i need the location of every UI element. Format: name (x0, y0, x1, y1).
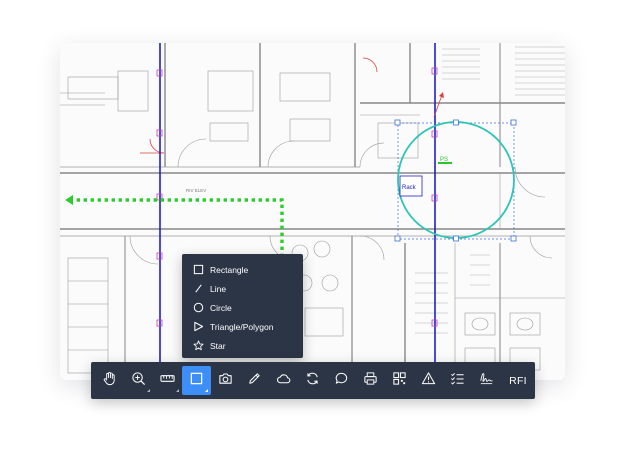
square-icon (189, 371, 204, 391)
menu-item-label: Circle (210, 302, 232, 313)
rfi-tool-button[interactable]: RFI (501, 366, 535, 395)
menu-item-label: Triangle/Polygon (210, 321, 274, 332)
menu-item-triangle-polygon[interactable]: Triangle/Polygon (182, 317, 303, 336)
menu-item-line[interactable]: Line (182, 279, 303, 298)
cloud-tool-button[interactable] (269, 366, 298, 395)
shape-dropdown-menu: Rectangle Line Circle Triangle/Polygon S… (182, 254, 303, 358)
rack-label: Rack (402, 185, 417, 191)
drawing-canvas[interactable]: RIV ELEV PS Rack (60, 43, 565, 380)
submenu-indicator (176, 389, 179, 392)
square-icon (193, 264, 204, 275)
comment-icon (334, 371, 349, 391)
floor-plan[interactable]: RIV ELEV PS Rack (60, 43, 565, 380)
menu-item-star[interactable]: Star (182, 336, 303, 355)
menu-item-label: Star (210, 340, 226, 351)
camera-tool-button[interactable] (211, 366, 240, 395)
circle-icon (193, 302, 204, 313)
menu-item-rectangle[interactable]: Rectangle (182, 260, 303, 279)
app-stage: RIV ELEV PS Rack Rectangle Line Circle T… (0, 0, 625, 460)
shape-tool-button[interactable] (182, 366, 211, 395)
triangle-icon (193, 321, 204, 332)
star-icon (193, 340, 204, 351)
menu-item-circle[interactable]: Circle (182, 298, 303, 317)
signature-tool-button[interactable] (472, 366, 501, 395)
hand-icon (102, 371, 117, 391)
qr-icon (392, 371, 407, 391)
rfi-label: RFI (509, 374, 527, 387)
measure-tool-button[interactable] (153, 366, 182, 395)
pencil-icon (247, 371, 262, 391)
line-icon (193, 283, 204, 294)
menu-item-label: Line (210, 283, 227, 294)
zoom-icon (131, 371, 146, 391)
signature-icon (479, 371, 494, 391)
markup-toolbar: RFI (91, 362, 535, 399)
printer-icon (363, 371, 378, 391)
checklist-tool-button[interactable] (443, 366, 472, 395)
submenu-indicator (205, 389, 208, 392)
sync-tool-button[interactable] (298, 366, 327, 395)
pan-tool-button[interactable] (95, 366, 124, 395)
room-label: RIV ELEV (186, 188, 206, 193)
warning-tool-button[interactable] (414, 366, 443, 395)
pencil-tool-button[interactable] (240, 366, 269, 395)
submenu-indicator (147, 389, 150, 392)
cloud-icon (276, 371, 291, 391)
zoom-tool-button[interactable] (124, 366, 153, 395)
refresh-icon (305, 371, 320, 391)
checklist-icon (450, 371, 465, 391)
print-tool-button[interactable] (356, 366, 385, 395)
menu-item-label: Rectangle (210, 264, 249, 275)
qr-tool-button[interactable] (385, 366, 414, 395)
comment-tool-button[interactable] (327, 366, 356, 395)
warning-icon (421, 371, 436, 391)
ruler-icon (160, 371, 175, 391)
camera-icon (218, 371, 233, 391)
